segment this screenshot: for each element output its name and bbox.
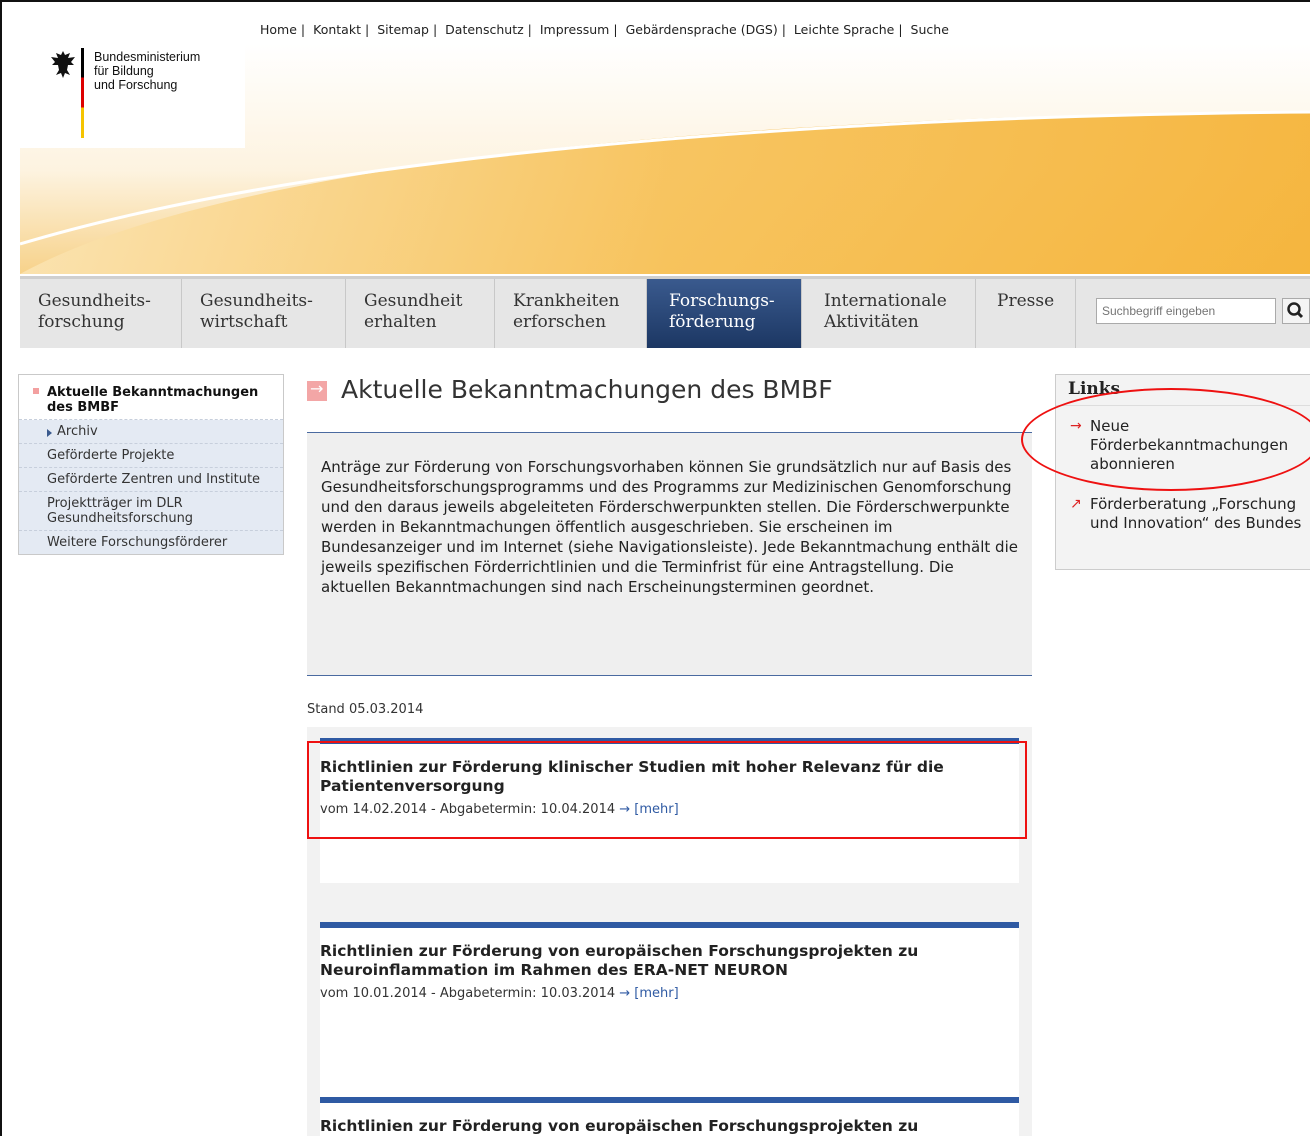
link-foerderberatung[interactable]: ↗ Förderberatung „Forschung und Innovati… xyxy=(1070,495,1308,533)
announcement-item: Richtlinien zur Förderung klinischer Stu… xyxy=(320,738,1019,883)
announcement-item: Richtlinien zur Förderung von europäisch… xyxy=(320,1097,1019,1136)
announcement-meta: vom 14.02.2014 - Abgabetermin: 10.04.201… xyxy=(320,802,1019,817)
nav-gesundheitsforschung[interactable]: Gesundheits- forschung xyxy=(20,279,182,348)
stand-date: Stand 05.03.2014 xyxy=(307,702,424,717)
announcement-title[interactable]: Richtlinien zur Förderung klinischer Stu… xyxy=(320,758,1019,796)
more-link[interactable]: → [mehr] xyxy=(619,802,678,817)
nav-label-line1: Gesundheits- xyxy=(38,291,151,311)
arrow-right-icon: → xyxy=(1070,418,1082,434)
flag-bar xyxy=(81,48,84,138)
logo-line-2: für Bildung xyxy=(94,64,154,78)
eagle-icon xyxy=(51,51,75,78)
sidebar-item-archiv[interactable]: Archiv xyxy=(19,420,283,444)
announcement-title[interactable]: Richtlinien zur Förderung von europäisch… xyxy=(320,942,1019,980)
nav-label-line1: Gesundheits- xyxy=(200,291,313,311)
nav-label-line2: erhalten xyxy=(364,312,437,332)
nav-presse[interactable]: Presse xyxy=(976,279,1076,348)
nav-forschungsfoerderung[interactable]: Forschungs- förderung xyxy=(647,279,802,348)
sidebar-item-gefoerderte-projekte[interactable]: Geförderte Projekte xyxy=(19,444,283,468)
link-foerderbekanntmachungen-abonnieren[interactable]: → Neue Förderbekanntmachungen abonnieren xyxy=(1070,417,1308,474)
nav-krankheiten-erforschen[interactable]: Krankheiten erforschen xyxy=(495,279,647,348)
search-button[interactable] xyxy=(1282,298,1310,324)
link-label: Neue Förderbekanntmachungen abonnieren xyxy=(1090,417,1289,473)
intro-text: Anträge zur Förderung von Forschungsvorh… xyxy=(307,432,1032,676)
title-arrow-icon xyxy=(307,379,327,401)
nav-label-line2: Aktivitäten xyxy=(824,312,919,332)
sidebar-item-projekttraeger[interactable]: Projektträger im DLR Gesundheitsforschun… xyxy=(19,492,283,531)
sidebar-item-weitere-forschungsfoerderer[interactable]: Weitere Forschungsförderer xyxy=(19,531,283,554)
links-heading: Links xyxy=(1056,375,1310,406)
links-box: Links → Neue Förderbekanntmachungen abon… xyxy=(1055,374,1310,570)
nav-internationale-aktivitaeten[interactable]: Internationale Aktivitäten xyxy=(802,279,976,348)
sidebar-nav: Aktuelle Bekanntmachungen des BMBF Archi… xyxy=(18,374,284,555)
link-label: Förderberatung „Forschung und Innovation… xyxy=(1090,495,1302,532)
nav-gesundheitswirtschaft[interactable]: Gesundheits- wirtschaft xyxy=(182,279,346,348)
sidebar-item-gefoerderte-zentren[interactable]: Geförderte Zentren und Institute xyxy=(19,468,283,492)
search-input[interactable] xyxy=(1096,298,1276,324)
topnav-impressum[interactable]: Impressum xyxy=(540,22,609,37)
sidebar-item-aktuelle-bekanntmachungen[interactable]: Aktuelle Bekanntmachungen des BMBF xyxy=(19,375,283,420)
nav-label-line1: Gesundheit xyxy=(364,291,463,311)
nav-label-line2: förderung xyxy=(669,312,756,332)
nav-label-line1: Presse xyxy=(997,291,1055,311)
nav-label-line2: erforschen xyxy=(513,312,607,332)
top-utility-nav: Home | Kontakt | Sitemap | Datenschutz | Imp… xyxy=(260,22,949,37)
topnav-datenschutz[interactable]: Datenschutz xyxy=(445,22,524,37)
announcement-item: Richtlinien zur Förderung von europäisch… xyxy=(320,922,1019,1102)
ministry-logo[interactable]: Bundesministerium für Bildung und Forsch… xyxy=(20,44,245,148)
logo-text: Bundesministerium für Bildung und Forsch… xyxy=(94,50,200,92)
topnav-dgs[interactable]: Gebärdensprache (DGS) xyxy=(626,22,778,37)
topnav-sitemap[interactable]: Sitemap xyxy=(377,22,429,37)
nav-label-line1: Krankheiten xyxy=(513,291,620,311)
logo-line-3: und Forschung xyxy=(94,78,178,92)
topnav-kontakt[interactable]: Kontakt xyxy=(313,22,361,37)
arrow-external-icon: ↗ xyxy=(1070,496,1082,512)
topnav-leichte-sprache[interactable]: Leichte Sprache xyxy=(794,22,894,37)
announcement-title[interactable]: Richtlinien zur Förderung von europäisch… xyxy=(320,1117,1019,1136)
announcement-date: vom 10.01.2014 - Abgabetermin: 10.03.201… xyxy=(320,986,616,1001)
nav-label-line2: wirtschaft xyxy=(200,312,288,332)
logo-line-1: Bundesministerium xyxy=(94,50,201,64)
topnav-home[interactable]: Home xyxy=(260,22,297,37)
nav-label-line1: Forschungs- xyxy=(669,291,775,311)
topnav-suche[interactable]: Suche xyxy=(911,22,949,37)
announcement-date: vom 14.02.2014 - Abgabetermin: 10.04.201… xyxy=(320,802,616,817)
announcement-meta: vom 10.01.2014 - Abgabetermin: 10.03.201… xyxy=(320,986,1019,1001)
more-link[interactable]: → [mehr] xyxy=(619,986,678,1001)
nav-label-line2: forschung xyxy=(38,312,125,332)
nav-label-line1: Internationale xyxy=(824,291,947,311)
announcement-list: Richtlinien zur Förderung klinischer Stu… xyxy=(307,727,1032,1136)
page-title: Aktuelle Bekanntmachungen des BMBF xyxy=(341,375,833,404)
nav-gesundheit-erhalten[interactable]: Gesundheit erhalten xyxy=(346,279,495,348)
magnifier-icon xyxy=(1287,302,1304,319)
